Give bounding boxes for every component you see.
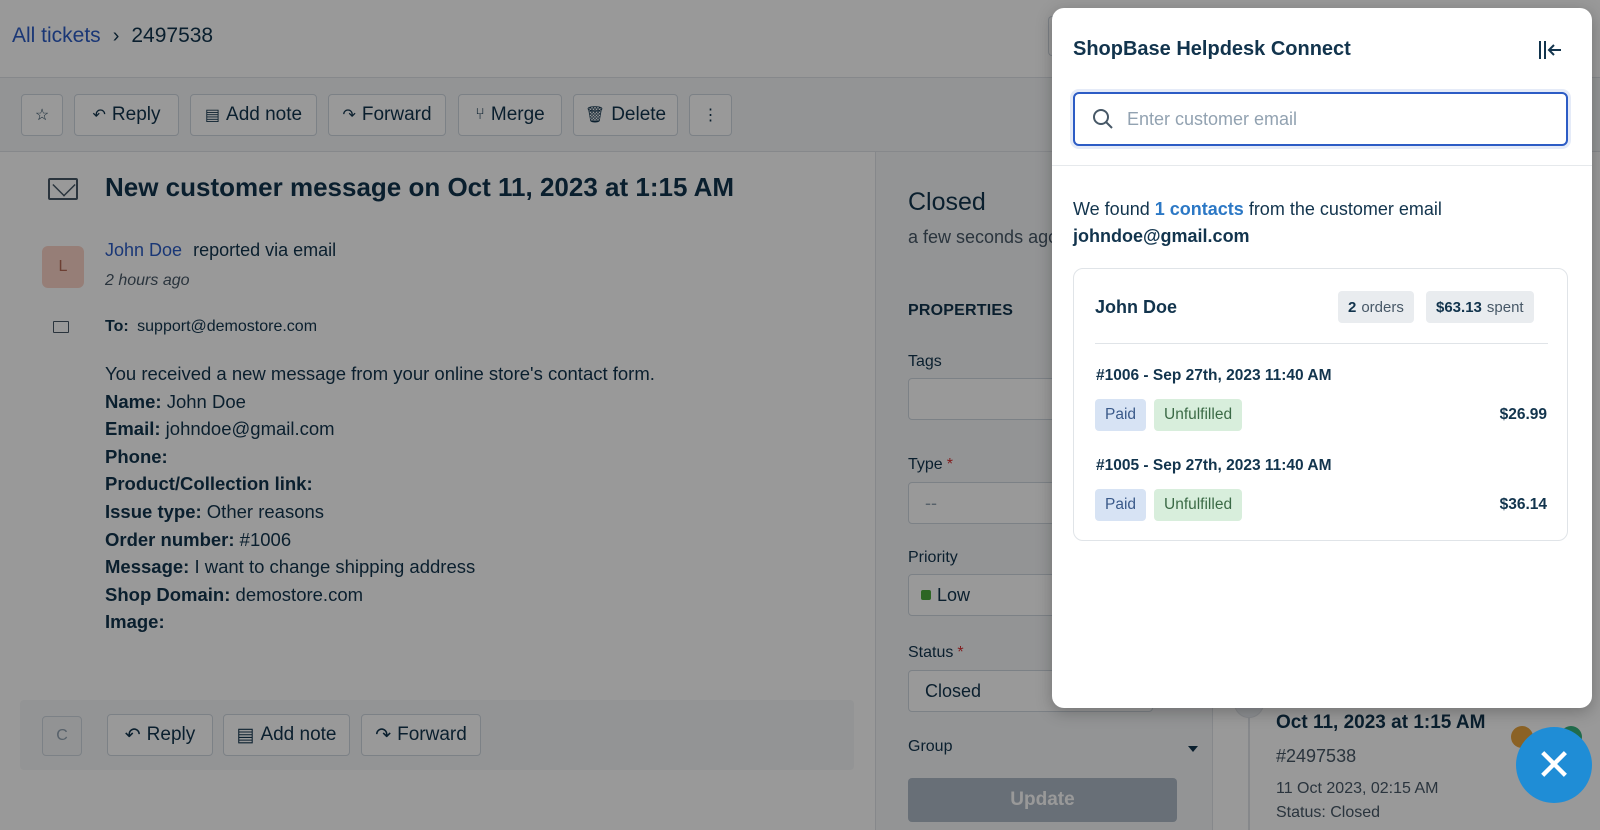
order-link[interactable]: #1005 - Sep 27th, 2023 11:40 AM: [1089, 452, 1339, 480]
search-icon: [1093, 109, 1113, 129]
spent-label: spent: [1486, 298, 1524, 316]
order-link[interactable]: #1006 - Sep 27th, 2023 11:40 AM: [1089, 362, 1339, 390]
found-prefix: We found: [1073, 199, 1150, 219]
fulfillment-status-badge: Unfulfilled: [1154, 489, 1243, 521]
collapse-panel-icon[interactable]: [1536, 38, 1564, 62]
close-panel-button[interactable]: ✕: [1516, 727, 1592, 803]
panel-title: ShopBase Helpdesk Connect: [1073, 38, 1351, 60]
payment-status-badge: Paid: [1095, 489, 1147, 521]
fulfillment-status-badge: Unfulfilled: [1154, 399, 1243, 431]
divider: [1052, 165, 1592, 166]
orders-count: 2: [1348, 298, 1357, 316]
customer-card: John Doe 2 orders $63.13 spent #1006 - S…: [1073, 268, 1568, 541]
close-icon: ✕: [1535, 740, 1573, 790]
divider: [1095, 343, 1548, 344]
payment-status-badge: Paid: [1095, 399, 1147, 431]
order-amount: $26.99: [1499, 406, 1547, 423]
customer-email-input[interactable]: [1127, 108, 1547, 130]
orders-count-badge: 2 orders: [1338, 291, 1414, 323]
search-result-summary: We found 1 contacts from the customer em…: [1073, 196, 1573, 250]
orders-label: orders: [1361, 298, 1404, 316]
shopbase-panel: ShopBase Helpdesk Connect We found 1 con…: [1052, 8, 1592, 708]
spent-badge: $63.13 spent: [1426, 291, 1534, 323]
spent-value: $63.13: [1436, 298, 1482, 316]
contacts-link[interactable]: 1 contacts: [1155, 199, 1244, 219]
order-amount: $36.14: [1499, 496, 1547, 513]
customer-name: John Doe: [1095, 297, 1178, 317]
customer-email-search[interactable]: [1073, 92, 1568, 146]
found-email: johndoe@gmail.com: [1073, 226, 1250, 246]
found-suffix: from the customer email: [1248, 199, 1442, 219]
